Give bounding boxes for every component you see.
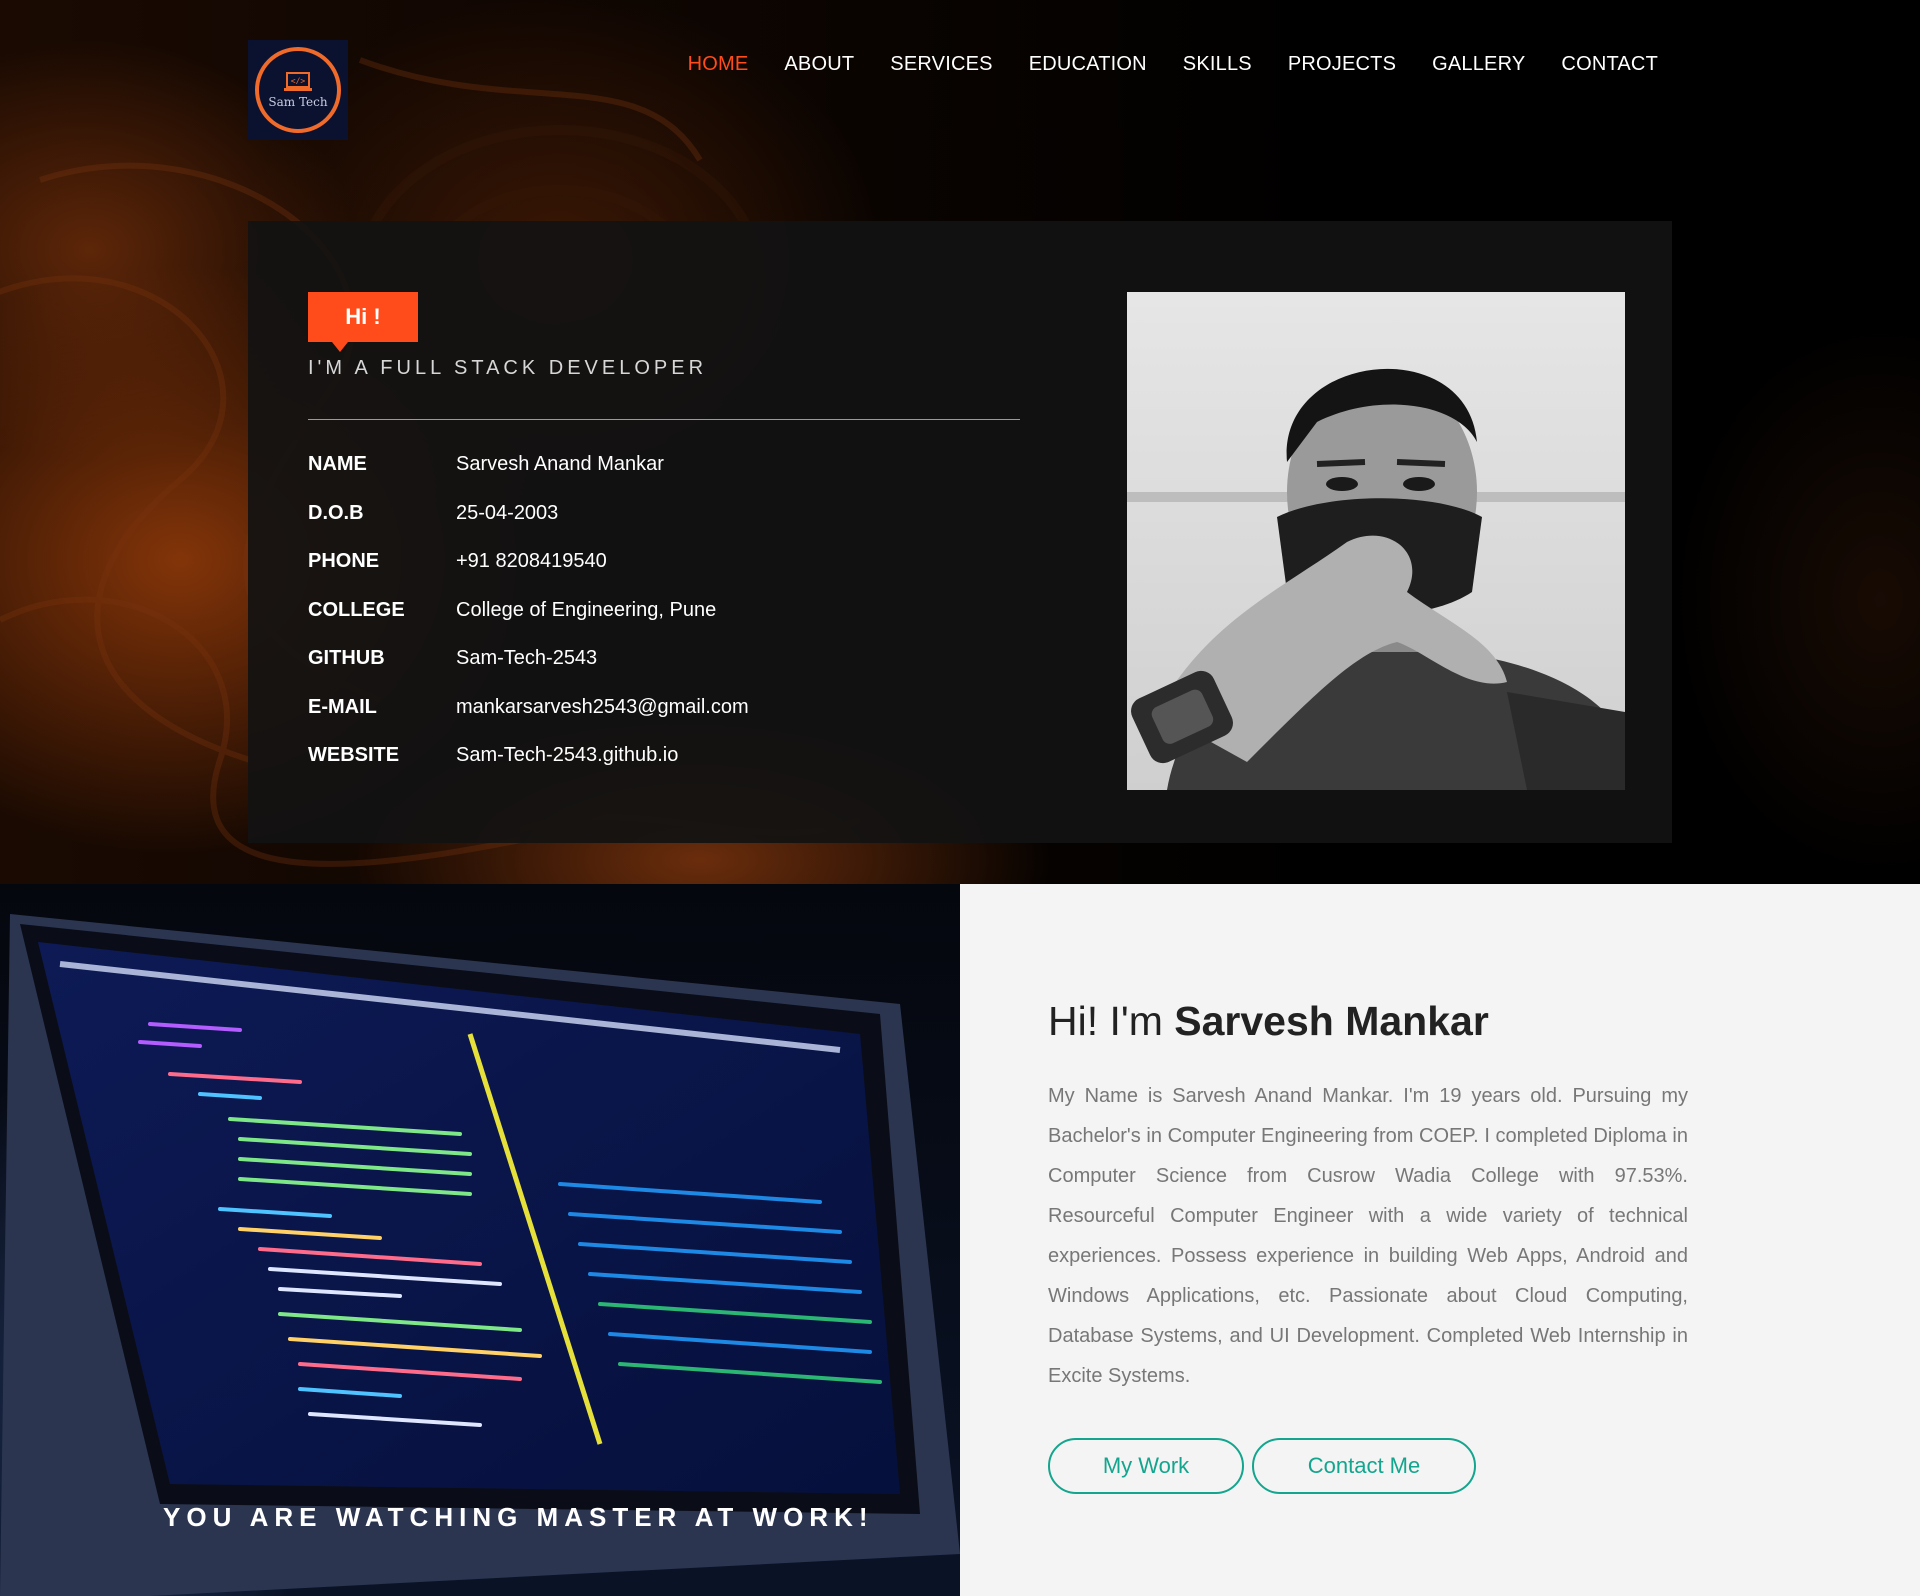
- about-title-prefix: Hi! I'm: [1048, 998, 1175, 1044]
- logo-text: Sam Tech: [268, 95, 328, 109]
- about-title-name: Sarvesh Mankar: [1174, 998, 1489, 1044]
- about-paragraph: My Name is Sarvesh Anand Mankar. I'm 19 …: [1048, 1085, 1688, 1387]
- logo-ring: </> Sam Tech: [255, 47, 341, 133]
- nav-services[interactable]: SERVICES: [890, 53, 992, 76]
- divider: [308, 419, 1020, 420]
- info-row-name: NAME Sarvesh Anand Mankar: [308, 453, 749, 502]
- info-value: +91 8208419540: [456, 550, 607, 572]
- info-label: E-MAIL: [308, 695, 377, 718]
- svg-text:</>: </>: [291, 77, 306, 86]
- info-row-dob: D.O.B 25-04-2003: [308, 502, 749, 551]
- nav-gallery[interactable]: GALLERY: [1432, 53, 1525, 76]
- main-nav: HOME ABOUT SERVICES EDUCATION SKILLS PRO…: [688, 53, 1658, 76]
- nav-contact[interactable]: CONTACT: [1561, 53, 1658, 76]
- about-title: Hi! I'm Sarvesh Mankar: [1048, 998, 1489, 1045]
- info-value: Sam-Tech-2543: [456, 647, 598, 669]
- hero-section: </> Sam Tech HOME ABOUT SERVICES EDUCATI…: [0, 0, 1920, 884]
- contact-me-button[interactable]: Contact Me: [1252, 1438, 1476, 1494]
- about-section: Hi! I'm Sarvesh Mankar My Name is Sarves…: [960, 884, 1920, 1596]
- showcase-tagline: YOU ARE WATCHING MASTER AT WORK!: [163, 1502, 874, 1532]
- info-label: WEBSITE: [308, 744, 400, 766]
- role-heading: I'M A FULL STACK DEVELOPER: [308, 357, 708, 379]
- nav-education[interactable]: EDUCATION: [1029, 53, 1147, 76]
- laptop-code-icon: </>: [284, 72, 312, 91]
- info-value: mankarsarvesh2543@gmail.com: [456, 695, 749, 718]
- portrait-image: [1127, 292, 1625, 790]
- nav-home[interactable]: HOME: [688, 53, 749, 76]
- info-value: College of Engineering, Pune: [456, 598, 717, 621]
- laptop-image: [0, 914, 960, 1596]
- info-label: NAME: [308, 453, 367, 475]
- nav-skills[interactable]: SKILLS: [1183, 53, 1252, 76]
- greeting-badge: Hi !: [308, 292, 418, 352]
- my-work-button[interactable]: My Work: [1048, 1438, 1244, 1494]
- info-label: PHONE: [308, 550, 380, 572]
- info-label: D.O.B: [308, 501, 364, 524]
- info-value: Sarvesh Anand Mankar: [456, 453, 664, 475]
- info-label: GITHUB: [308, 647, 385, 669]
- info-label: COLLEGE: [308, 598, 405, 621]
- info-row-phone: PHONE +91 8208419540: [308, 550, 749, 599]
- nav-projects[interactable]: PROJECTS: [1288, 53, 1396, 76]
- showcase-section: YOU ARE WATCHING MASTER AT WORK!: [0, 884, 960, 1596]
- info-row-college: COLLEGE College of Engineering, Pune: [308, 599, 749, 648]
- info-value: Sam-Tech-2543.github.io: [456, 744, 679, 766]
- profile-card: Hi ! I'M A FULL STACK DEVELOPER NAME Sar…: [248, 221, 1672, 843]
- logo[interactable]: </> Sam Tech: [248, 40, 348, 140]
- info-list: NAME Sarvesh Anand Mankar D.O.B 25-04-20…: [308, 453, 749, 793]
- profile-photo: [1127, 292, 1625, 790]
- nav-about[interactable]: ABOUT: [784, 53, 854, 76]
- info-value: 25-04-2003: [456, 501, 559, 524]
- info-row-website: WEBSITE Sam-Tech-2543.github.io: [308, 744, 749, 793]
- info-row-github: GITHUB Sam-Tech-2543: [308, 647, 749, 696]
- info-row-email: E-MAIL mankarsarvesh2543@gmail.com: [308, 696, 749, 745]
